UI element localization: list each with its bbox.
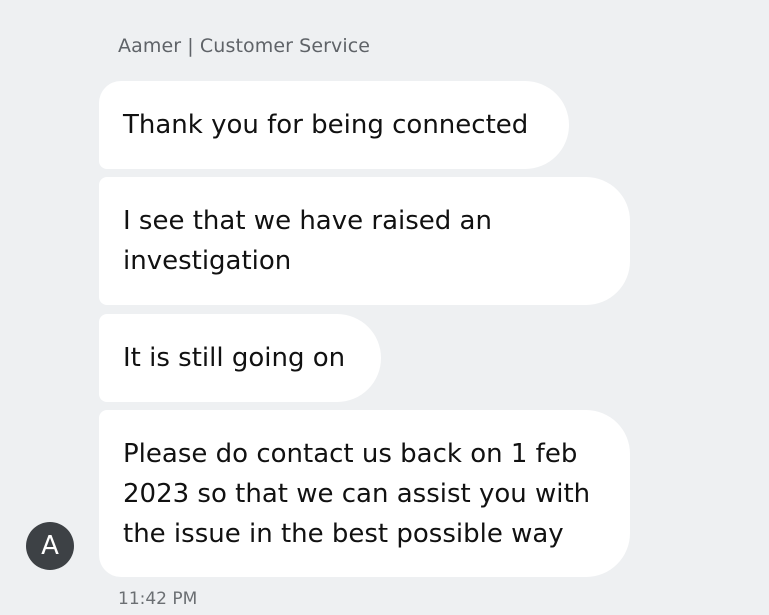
- message-bubble[interactable]: I see that we have raised an investigati…: [99, 177, 630, 305]
- message-bubble[interactable]: Thank you for being connected: [99, 81, 569, 169]
- sender-name: Aamer | Customer Service: [118, 35, 371, 57]
- message-text: I see that we have raised an investigati…: [123, 206, 492, 276]
- message-text: Thank you for being connected: [123, 110, 529, 140]
- message-text: It is still going on: [123, 343, 346, 373]
- message-bubble[interactable]: Please do contact us back on 1 feb 2023 …: [99, 410, 630, 577]
- message-bubble[interactable]: It is still going on: [99, 314, 381, 402]
- avatar-initial: A: [41, 531, 59, 561]
- chat-thread: Aamer | Customer Service Thank you for b…: [0, 0, 769, 615]
- message-text: Please do contact us back on 1 feb 2023 …: [123, 438, 591, 549]
- agent-avatar: A: [26, 522, 74, 570]
- message-timestamp: 11:42 PM: [118, 589, 198, 609]
